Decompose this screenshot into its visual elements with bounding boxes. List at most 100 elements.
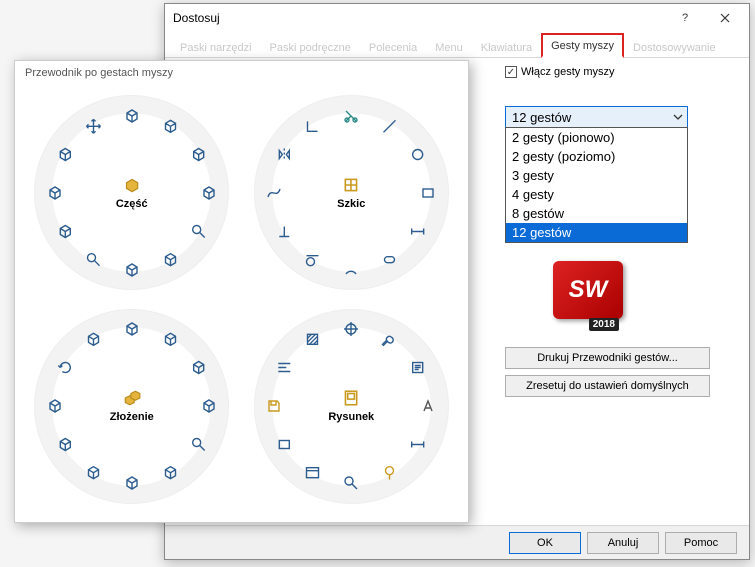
- gesture-slot[interactable]: [55, 435, 75, 455]
- cube-icon: [162, 251, 178, 267]
- circle-icon: [410, 146, 426, 162]
- gesture-slot[interactable]: [199, 396, 219, 416]
- tab-mouse-gestures[interactable]: Gesty myszy: [541, 33, 624, 58]
- assembly-icon: [123, 389, 141, 407]
- gesture-count-select[interactable]: 12 gestów: [505, 106, 688, 128]
- window-title: Dostosuj: [173, 11, 665, 25]
- gesture-slot[interactable]: [83, 330, 103, 350]
- enable-gestures-row[interactable]: ✓ Włącz gesty myszy: [505, 66, 737, 78]
- gesture-slot[interactable]: [303, 116, 323, 136]
- center-icon: [343, 321, 359, 337]
- option-4[interactable]: 4 gesty: [506, 185, 687, 204]
- tab-customization[interactable]: Dostosowywanie: [624, 36, 725, 58]
- logo-text: SW: [569, 276, 608, 304]
- gesture-slot[interactable]: [83, 463, 103, 483]
- gesture-slot[interactable]: [275, 221, 295, 241]
- rect-icon: [277, 437, 293, 453]
- gesture-slot[interactable]: [303, 330, 323, 350]
- gesture-slot[interactable]: [188, 435, 208, 455]
- gesture-slot[interactable]: [45, 396, 65, 416]
- gesture-slot[interactable]: [264, 183, 284, 203]
- gesture-slot[interactable]: [122, 106, 142, 126]
- enable-gestures-checkbox[interactable]: ✓: [505, 66, 517, 78]
- select-value: 12 gestów: [512, 110, 673, 125]
- zoom-icon: [343, 475, 359, 491]
- reset-defaults-button[interactable]: Zresetuj do ustawień domyślnych: [505, 375, 710, 397]
- gesture-slot[interactable]: [341, 260, 361, 280]
- ring-center: Część: [116, 176, 148, 210]
- gesture-slot[interactable]: [160, 249, 180, 269]
- gesture-slot[interactable]: [380, 116, 400, 136]
- sketch-icon: [342, 176, 360, 194]
- gesture-slot[interactable]: [275, 435, 295, 455]
- gesture-slot[interactable]: [55, 358, 75, 378]
- gesture-slot[interactable]: [83, 116, 103, 136]
- gesture-slot[interactable]: [188, 144, 208, 164]
- ring-label: Szkic: [337, 198, 365, 210]
- cube-icon: [57, 437, 73, 453]
- cube-icon: [201, 398, 217, 414]
- gesture-slot[interactable]: [418, 396, 438, 416]
- cube-icon: [85, 332, 101, 348]
- dialog-footer: OK Anuluj Pomoc: [165, 525, 749, 559]
- print-guides-button[interactable]: Drukuj Przewodniki gestów...: [505, 347, 710, 369]
- option-8[interactable]: 8 gestów: [506, 204, 687, 223]
- note-icon: [410, 360, 426, 376]
- gesture-slot[interactable]: [275, 144, 295, 164]
- gesture-slot[interactable]: [341, 106, 361, 126]
- help-button[interactable]: ?: [665, 6, 705, 30]
- cancel-button[interactable]: Anuluj: [587, 532, 659, 554]
- gesture-slot[interactable]: [160, 463, 180, 483]
- chevron-down-icon: [673, 110, 683, 125]
- cube-icon: [162, 118, 178, 134]
- option-12[interactable]: 12 gestów: [506, 223, 687, 242]
- gesture-slot[interactable]: [303, 463, 323, 483]
- ring-center: Rysunek: [328, 389, 374, 423]
- align-icon: [277, 360, 293, 376]
- cube-icon: [190, 146, 206, 162]
- tab-commands[interactable]: Polecenia: [360, 36, 426, 58]
- gesture-slot[interactable]: [122, 473, 142, 493]
- cube-icon: [124, 321, 140, 337]
- gesture-slot[interactable]: [408, 435, 428, 455]
- gesture-slot[interactable]: [341, 319, 361, 339]
- cube-icon: [190, 360, 206, 376]
- wrench-icon: [382, 332, 398, 348]
- gesture-slot[interactable]: [408, 358, 428, 378]
- gesture-slot[interactable]: [418, 183, 438, 203]
- ring-center: Szkic: [337, 176, 365, 210]
- gesture-slot[interactable]: [55, 221, 75, 241]
- gesture-slot[interactable]: [275, 358, 295, 378]
- gesture-slot[interactable]: [408, 144, 428, 164]
- gesture-slot[interactable]: [380, 249, 400, 269]
- gesture-slot[interactable]: [408, 221, 428, 241]
- gesture-slot[interactable]: [83, 249, 103, 269]
- tab-menu[interactable]: Menu: [426, 36, 472, 58]
- gesture-slot[interactable]: [160, 330, 180, 350]
- zoom-icon: [190, 437, 206, 453]
- help-footer-button[interactable]: Pomoc: [665, 532, 737, 554]
- gesture-slot[interactable]: [122, 260, 142, 280]
- tab-shortcut-bars[interactable]: Paski podręczne: [261, 36, 360, 58]
- gesture-slot[interactable]: [199, 183, 219, 203]
- gesture-slot[interactable]: [188, 221, 208, 241]
- gesture-slot[interactable]: [188, 358, 208, 378]
- close-button[interactable]: [705, 6, 745, 30]
- option-2h[interactable]: 2 gesty (poziomo): [506, 147, 687, 166]
- gesture-slot[interactable]: [45, 183, 65, 203]
- tab-toolbars[interactable]: Paski narzędzi: [171, 36, 261, 58]
- tab-keyboard[interactable]: Klawiatura: [472, 36, 541, 58]
- gesture-slot[interactable]: [380, 463, 400, 483]
- option-2v[interactable]: 2 gesty (pionowo): [506, 128, 687, 147]
- option-3[interactable]: 3 gesty: [506, 166, 687, 185]
- gesture-slot[interactable]: [55, 144, 75, 164]
- ok-button[interactable]: OK: [509, 532, 581, 554]
- gesture-slot[interactable]: [303, 249, 323, 269]
- gesture-slot[interactable]: [380, 330, 400, 350]
- gesture-slot[interactable]: [122, 319, 142, 339]
- corner-icon: [305, 118, 321, 134]
- gesture-slot[interactable]: [160, 116, 180, 136]
- gesture-slot[interactable]: [264, 396, 284, 416]
- cube-icon: [57, 146, 73, 162]
- gesture-slot[interactable]: [341, 473, 361, 493]
